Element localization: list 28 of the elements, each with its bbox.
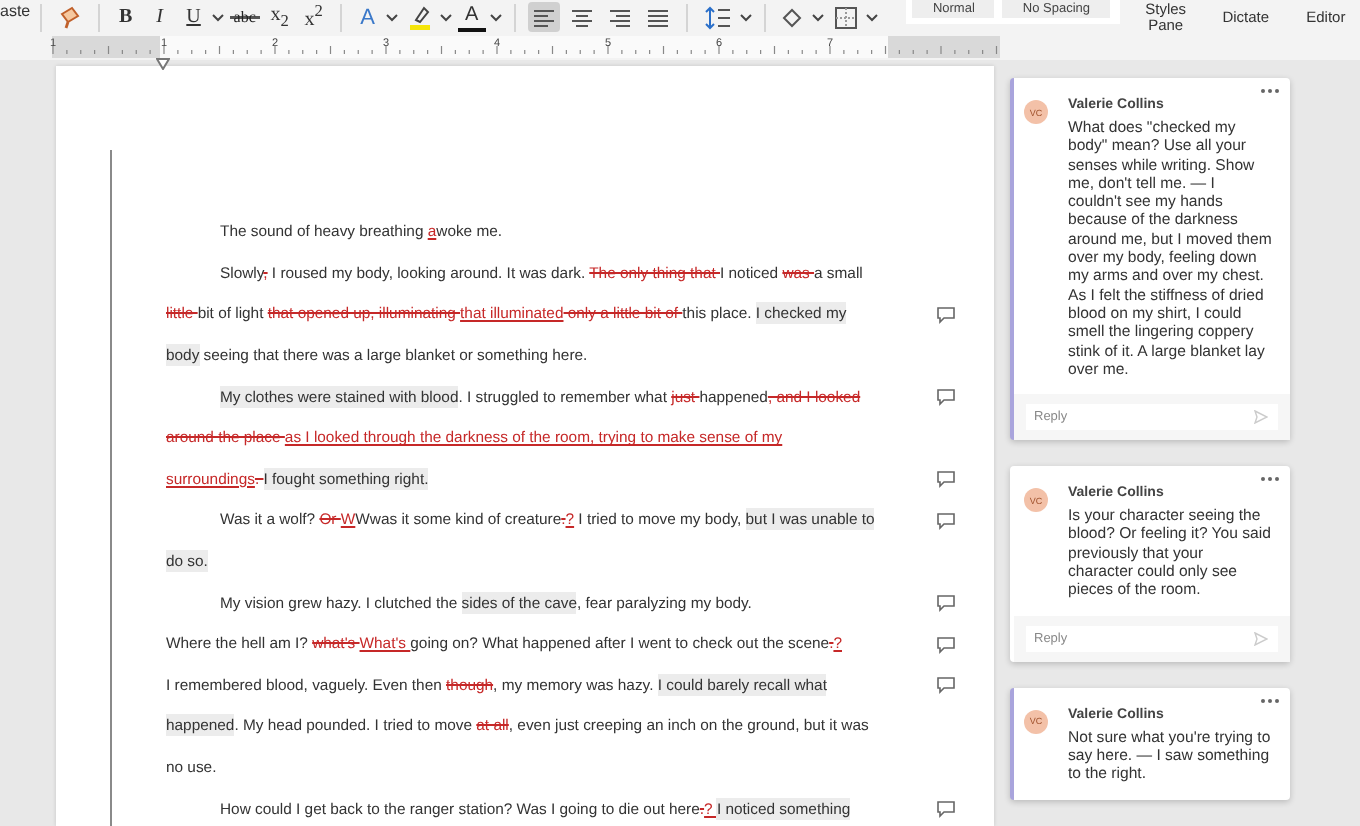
text-effects-button[interactable]: A bbox=[353, 2, 382, 32]
comment-marker-icon[interactable] bbox=[936, 594, 956, 613]
caret-icon[interactable] bbox=[489, 13, 502, 21]
caret-icon[interactable] bbox=[439, 13, 452, 21]
line-spacing-icon[interactable] bbox=[699, 2, 736, 32]
comment-marker-icon[interactable] bbox=[936, 470, 956, 489]
comment-marker-icon[interactable] bbox=[936, 388, 956, 407]
italic-button[interactable]: I bbox=[145, 2, 174, 32]
more-icon[interactable] bbox=[1260, 88, 1280, 94]
comment-marker-icon[interactable] bbox=[936, 305, 956, 324]
bold-button[interactable]: B bbox=[111, 2, 140, 32]
superscript-button[interactable]: x$^{2}$ bbox=[299, 2, 328, 32]
caret-icon[interactable] bbox=[812, 13, 825, 21]
comment-marker-icon[interactable] bbox=[936, 511, 956, 530]
comment-marker-icon[interactable] bbox=[936, 800, 956, 819]
comment-marker-icon[interactable] bbox=[936, 635, 956, 654]
borders-icon[interactable] bbox=[830, 2, 863, 32]
comment-marker-icon[interactable] bbox=[936, 676, 956, 695]
underline-button[interactable]: U bbox=[179, 2, 208, 32]
more-icon[interactable] bbox=[1260, 476, 1280, 483]
caret-icon[interactable] bbox=[866, 13, 879, 21]
caret-icon[interactable] bbox=[211, 13, 224, 21]
subscript-button[interactable]: x$_{2}$ bbox=[265, 2, 294, 32]
caret-icon[interactable] bbox=[385, 13, 398, 21]
caret-icon[interactable] bbox=[739, 13, 752, 21]
paste-label[interactable]: aste bbox=[0, 2, 28, 20]
align-left-icon[interactable] bbox=[527, 2, 560, 32]
more-icon[interactable] bbox=[1260, 697, 1280, 704]
